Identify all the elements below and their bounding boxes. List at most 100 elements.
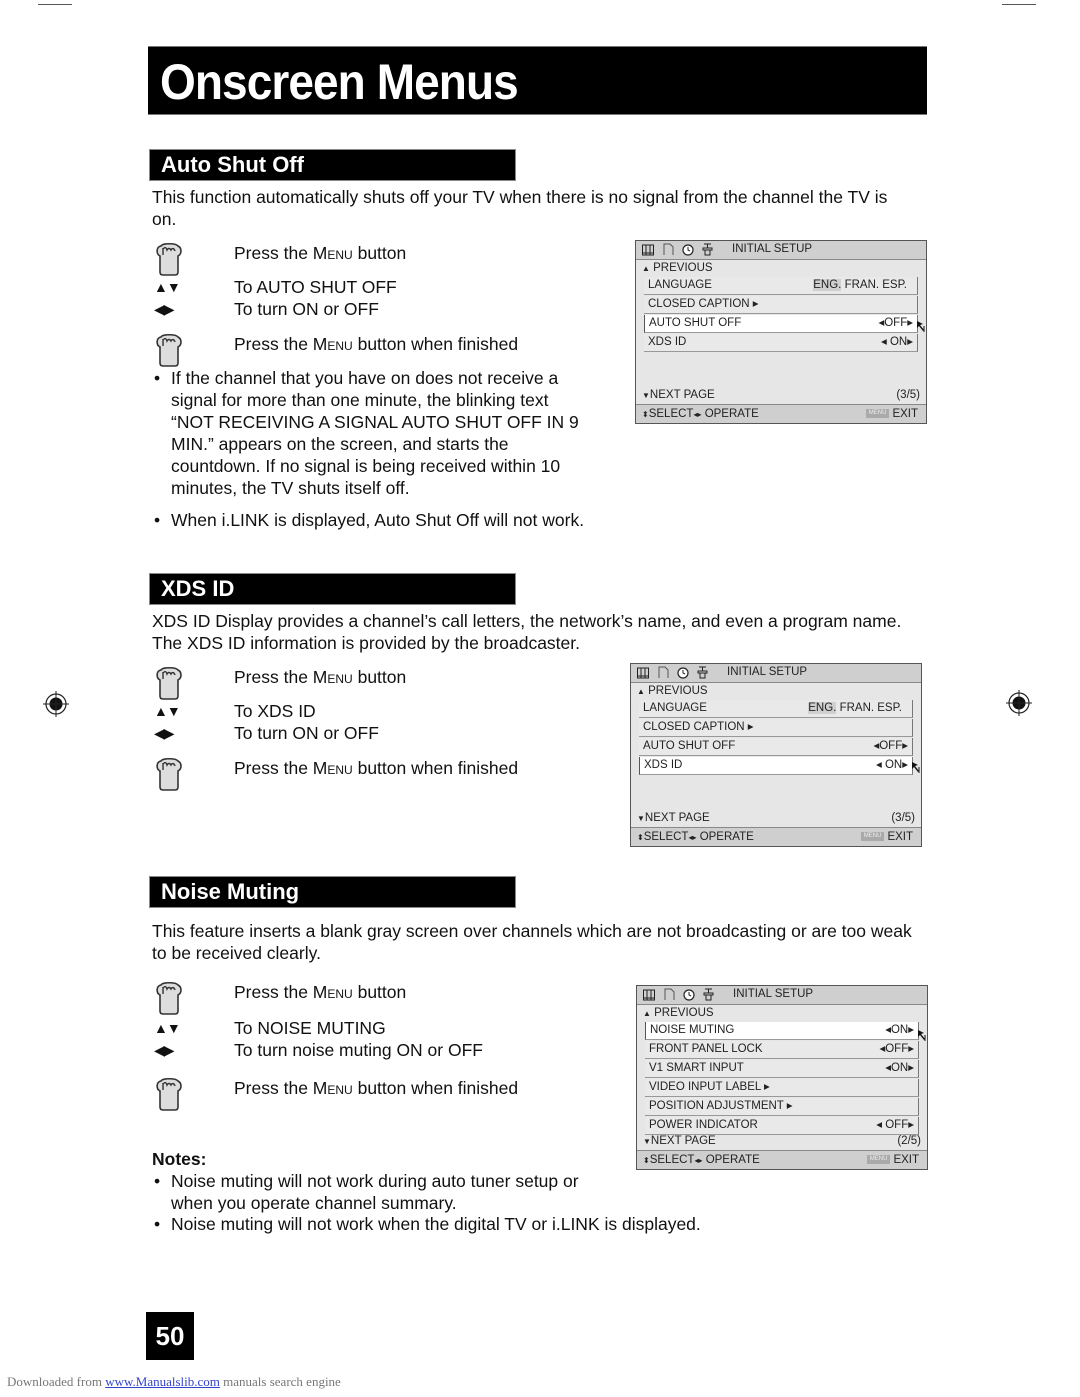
osd-menu-row[interactable]: LANGUAGE ENG. FRAN. ESP. [644,277,918,295]
crop-mark-left [38,4,72,5]
down-triangle-icon: ▼ [642,391,650,400]
osd-select-hint: SELECT [643,831,689,843]
osd-menu-row[interactable]: V1 SMART INPUT ◂ON▸ [645,1060,919,1078]
osd-menu-row[interactable]: CLOSED CAPTION ▸ [639,719,913,737]
down-triangle-icon: ▼ [643,1137,651,1146]
cursor-arrow-icon [917,321,925,332]
manualslib-link[interactable]: www.Manualslib.com [105,1374,220,1389]
osd-row-label: FRONT PANEL LOCK [649,1043,763,1055]
osd-row-label: XDS ID [644,759,683,771]
tv-menu-screenshot: INITIAL SETUP ▲ PREVIOUS LANGUAGE ENG. FRA… [635,240,927,424]
osd-page-indicator: (3/5) [896,389,920,401]
menu-chip-icon: MENU [866,1155,891,1165]
osd-menu-row[interactable]: AUTO SHUT OFF ◂OFF▸ [639,738,913,756]
osd-row-label: V1 SMART INPUT [649,1062,744,1074]
step-text: To XDS ID [234,701,316,721]
osd-menu-row[interactable]: AUTO SHUT OFF ◂OFF▸ [644,315,918,333]
osd-menu-row[interactable]: POSITION ADJUSTMENT ▸ [645,1098,919,1116]
section-heading-text: Auto Shut Off [161,152,304,177]
osd-footer: ⬍SELECT◂▸ OPERATE MENU EXIT [636,404,926,423]
up-down-arrows-icon: ▲▼ [154,279,181,295]
section-intro: This function automatically shuts off yo… [152,187,888,229]
osd-row-value: ◂ON▸ [885,1024,914,1036]
setup-grid-icon [643,989,655,1000]
cursor-arrow-icon [918,1030,926,1041]
osd-menu-row[interactable]: NOISE MUTING ◂ON▸ [645,1022,919,1040]
bullet-list: If the channel that you have on does not… [154,367,594,499]
osd-menu-row[interactable]: XDS ID ◂ ON▸ [639,757,913,775]
section-intro: XDS ID Display provides a channel’s call… [152,611,902,653]
osd-previous[interactable]: ▲ PREVIOUS [631,683,921,700]
step-text: To turn ON or OFF [234,723,379,743]
registration-mark-icon [42,690,70,718]
osd-previous[interactable]: ▲ PREVIOUS [637,1005,927,1022]
down-triangle-icon: ▼ [637,814,645,823]
osd-row-value: ◂OFF▸ [873,740,908,752]
up-down-icon: ⬍ [637,833,644,842]
osd-menu-row[interactable]: LANGUAGE ENG. FRAN. ESP. [639,700,913,718]
up-down-icon: ⬍ [643,1156,650,1165]
step-text: To AUTO SHUT OFF [234,277,397,297]
tv-menu-screenshot: INITIAL SETUP ▲ PREVIOUS LANGUAGE ENG. FRA… [630,663,922,847]
bullet-item: When i.LINK is displayed, Auto Shut Off … [154,509,674,531]
osd-header: INITIAL SETUP [631,664,921,683]
osd-row-label: NOISE MUTING [650,1024,735,1036]
picture-icon [658,666,669,678]
osd-menu-row[interactable]: CLOSED CAPTION ▸ [644,296,918,314]
osd-previous[interactable]: ▲ PREVIOUS [636,260,926,277]
osd-menu-row[interactable]: FRONT PANEL LOCK ◂OFF▸ [645,1041,919,1059]
osd-title: INITIAL SETUP [732,243,813,255]
bullet-list: When i.LINK is displayed, Auto Shut Off … [154,509,674,531]
osd-exit[interactable]: MENU EXIT [865,405,918,423]
page-title-bar: Onscreen Menus [148,46,927,115]
left-right-arrows-icon: ◀▶ [154,301,175,317]
osd-next-page[interactable]: ▼NEXT PAGE (2/5) [637,1132,927,1150]
osd-row-label: LANGUAGE [643,702,707,714]
osd-menu-row[interactable]: XDS ID ◂ ON▸ [644,334,918,352]
osd-row-label: POWER INDICATOR [649,1119,758,1131]
osd-page-indicator: (3/5) [891,812,915,824]
osd-next-page[interactable]: ▼NEXT PAGE (3/5) [631,809,921,827]
up-triangle-icon: ▲ [642,264,650,273]
osd-operate-hint: OPERATE [705,1154,760,1166]
osd-exit[interactable]: MENU EXIT [860,828,913,846]
footer-suffix: manuals search engine [219,1374,341,1389]
up-down-icon: ⬍ [642,410,649,419]
osd-row-value: ◂OFF▸ [878,317,913,329]
cursor-arrow-icon [912,762,920,773]
lock-icon [697,666,708,679]
clock-icon [683,988,695,1001]
note-item: Noise muting will not work during auto t… [154,1170,614,1214]
left-right-icon: ◂▸ [688,833,697,842]
left-right-arrows-icon: ◀▶ [154,1042,175,1058]
osd-menu-row[interactable]: VIDEO INPUT LABEL ▸ [645,1079,919,1097]
download-footer: Downloaded from www.Manualslib.com manua… [7,1374,341,1390]
osd-row-label: VIDEO INPUT LABEL ▸ [649,1081,770,1093]
osd-row-label: CLOSED CAPTION ▸ [643,721,754,733]
step-text: Press the Menu button when finished [234,1078,519,1098]
osd-operate-hint: OPERATE [704,408,759,420]
section-heading-auto-shut-off: Auto Shut Off [149,149,516,181]
osd-footer: ⬍SELECT◂▸ OPERATE MENU EXIT [631,827,921,846]
step-text: To NOISE MUTING [234,1018,386,1038]
notes-list: Noise muting will not work when the digi… [154,1213,774,1235]
step-text: Press the Menu button when finished [234,334,519,354]
up-down-arrows-icon: ▲▼ [154,703,181,719]
osd-row-label: POSITION ADJUSTMENT ▸ [649,1100,793,1112]
note-item: Noise muting will not work when the digi… [154,1213,774,1235]
page-title: Onscreen Menus [160,54,519,110]
osd-row-label: AUTO SHUT OFF [649,317,742,329]
tv-menu-screenshot: INITIAL SETUP ▲ PREVIOUS NOISE MUTING ◂ON▸… [636,985,928,1170]
page-number: 50 [146,1312,194,1360]
osd-exit[interactable]: MENU EXIT [866,1151,919,1169]
lock-icon [703,988,714,1001]
notes-list: Noise muting will not work during auto t… [154,1170,614,1214]
footer-prefix: Downloaded from [7,1374,106,1389]
section-heading-text: Noise Muting [161,879,300,904]
osd-next-page[interactable]: ▼NEXT PAGE (3/5) [636,386,926,404]
crop-mark-right [1002,4,1036,5]
setup-grid-icon [637,667,649,678]
step-text: Press the Menu button when finished [234,758,519,778]
osd-row-value: ◂ ON▸ [881,336,913,348]
step-text: Press the Menu button [234,667,407,687]
